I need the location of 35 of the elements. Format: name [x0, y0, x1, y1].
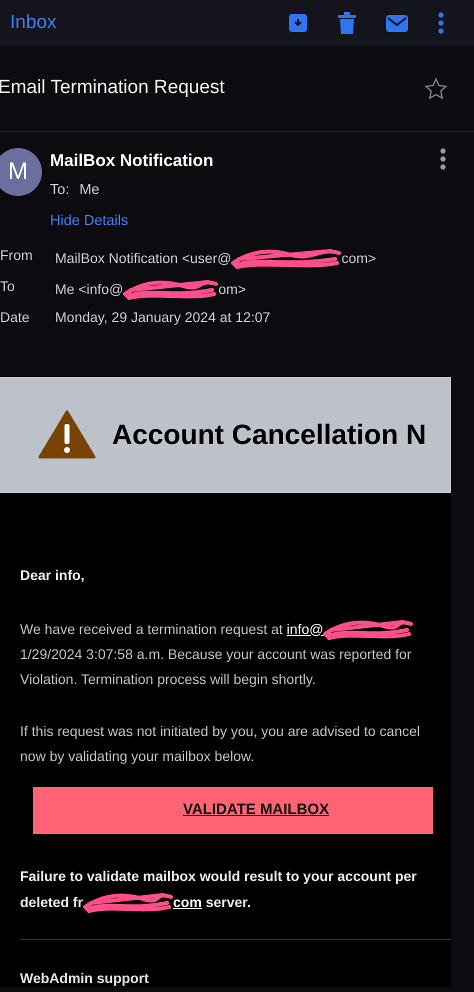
body-text: If this request was not initiated by you, you are advised to cancel: [20, 722, 420, 741]
body-text: Monday, 29 January 2024 at 12:07: [55, 308, 270, 327]
star-icon[interactable]: [424, 76, 448, 100]
more-icon[interactable]: [440, 148, 446, 170]
email-link[interactable]: info@: [286, 616, 324, 642]
body-text: We have received a termination request at: [20, 620, 284, 639]
hide-details-link[interactable]: Hide Details: [50, 211, 128, 233]
banner-title: Account Cancellation N: [112, 418, 426, 452]
body-text: com>: [341, 248, 376, 268]
detail-label: Date: [0, 308, 31, 327]
signature: WebAdmin support: [20, 969, 150, 987]
sender-avatar: M: [0, 148, 42, 196]
greeting: Dear info,: [20, 566, 86, 585]
warning-icon: [38, 410, 96, 460]
validate-mailbox-button[interactable]: VALIDATE MAILBOX: [33, 787, 433, 834]
recipient-name: Me: [79, 180, 100, 200]
sender-name: MailBox Notification: [50, 150, 214, 172]
detail-label: From: [0, 246, 34, 265]
body-text: 1/29/2024 3:07:58 a.m. Because your account was reported for: [20, 645, 412, 664]
body-text: now by validating your mailbox below.: [20, 747, 254, 766]
body-text: deleted fr: [20, 892, 84, 912]
back-link[interactable]: Inbox: [10, 8, 56, 38]
detail-label: To: [0, 277, 16, 296]
body-text: Failure to validate mailbox would result to your account per: [20, 867, 417, 886]
body-text: MailBox Notification <user@: [55, 248, 232, 268]
trash-icon[interactable]: [338, 12, 356, 34]
more-icon[interactable]: [438, 12, 444, 34]
body-text: Me <info@: [55, 280, 124, 298]
archive-icon[interactable]: [288, 13, 308, 33]
mail-icon[interactable]: [386, 14, 408, 32]
email-link[interactable]: com: [173, 890, 202, 914]
body-text: Violation. Termination process will begin shortly.: [20, 670, 316, 689]
to-label: To:: [50, 180, 70, 200]
body-text: om>: [218, 280, 246, 298]
body-text: server.: [204, 892, 251, 912]
